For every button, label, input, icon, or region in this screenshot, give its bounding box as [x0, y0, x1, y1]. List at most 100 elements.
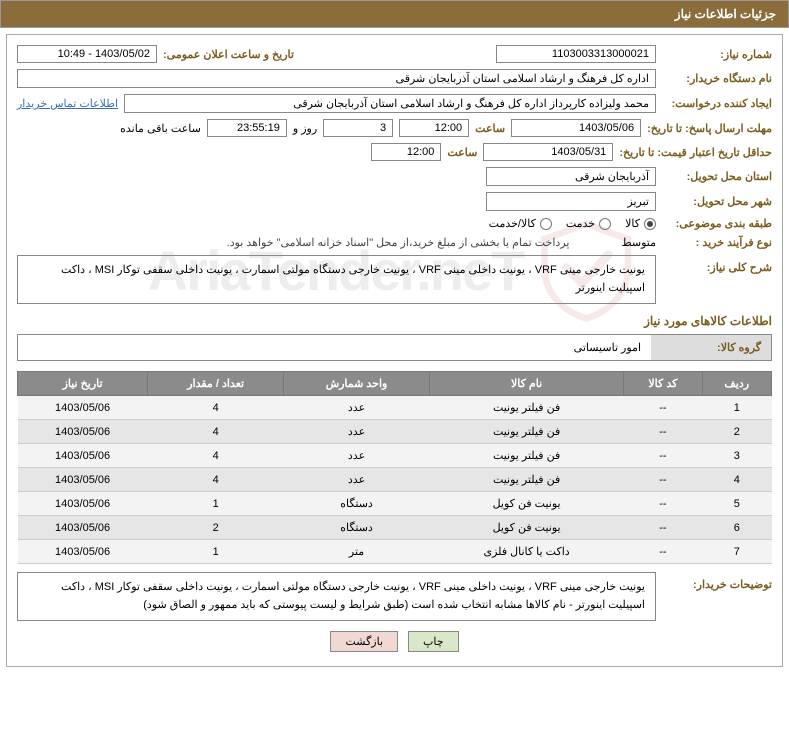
- table-cell: 1: [702, 396, 771, 420]
- announce-label: تاریخ و ساعت اعلان عمومی:: [163, 48, 294, 61]
- table-cell: 4: [148, 444, 284, 468]
- buyer-notes-text: یونیت خارجی مینی VRF ، یونیت داخلی مینی …: [17, 572, 656, 621]
- deadline-date: 1403/05/06: [511, 119, 641, 137]
- deadline-time: 12:00: [399, 119, 469, 137]
- requester-label: ایجاد کننده درخواست:: [662, 97, 772, 110]
- table-row: 3--فن فیلتر یونیتعدد41403/05/06: [18, 444, 772, 468]
- table-cell: 1403/05/06: [18, 492, 148, 516]
- table-cell: --: [624, 396, 702, 420]
- buyer-notes-label: توضیحات خریدار:: [662, 578, 772, 591]
- table-cell: عدد: [284, 420, 430, 444]
- category-label: طبقه بندی موضوعی:: [662, 217, 772, 230]
- validity-time: 12:00: [371, 143, 441, 161]
- group-label: گروه کالا:: [651, 335, 771, 360]
- table-cell: 4: [702, 468, 771, 492]
- need-no-value: 1103003313000021: [496, 45, 656, 63]
- table-cell: عدد: [284, 468, 430, 492]
- table-cell: 1403/05/06: [18, 516, 148, 540]
- table-cell: --: [624, 468, 702, 492]
- buyer-org-label: نام دستگاه خریدار:: [662, 72, 772, 85]
- table-cell: --: [624, 492, 702, 516]
- table-cell: 2: [148, 516, 284, 540]
- items-table: ردیفکد کالانام کالاواحد شمارشتعداد / مقد…: [17, 371, 772, 564]
- city-value: تبریز: [486, 192, 656, 211]
- table-cell: فن فیلتر یونیت: [429, 468, 623, 492]
- table-cell: 4: [148, 420, 284, 444]
- table-cell: --: [624, 444, 702, 468]
- requester-value: محمد ولیزاده کارپرداز اداره کل فرهنگ و ا…: [124, 94, 656, 113]
- city-label: شهر محل تحویل:: [662, 195, 772, 208]
- radio-goods[interactable]: کالا: [625, 217, 656, 230]
- radio-dot-icon: [644, 218, 656, 230]
- validity-date: 1403/05/31: [483, 143, 613, 161]
- countdown-suffix: ساعت باقی مانده: [120, 122, 201, 135]
- table-row: 5--یونیت فن کویلدستگاه11403/05/06: [18, 492, 772, 516]
- radio-both[interactable]: کالا/خدمت: [489, 217, 552, 230]
- table-row: 2--فن فیلتر یونیتعدد41403/05/06: [18, 420, 772, 444]
- table-cell: 1403/05/06: [18, 396, 148, 420]
- group-value: امور تاسیساتی: [18, 335, 651, 360]
- overview-label: شرح کلی نیاز:: [662, 261, 772, 274]
- time-label-2: ساعت: [447, 146, 477, 159]
- table-cell: فن فیلتر یونیت: [429, 420, 623, 444]
- table-header: تعداد / مقدار: [148, 372, 284, 396]
- time-label-1: ساعت: [475, 122, 505, 135]
- table-cell: 1: [148, 492, 284, 516]
- table-header: کد کالا: [624, 372, 702, 396]
- table-cell: فن فیلتر یونیت: [429, 444, 623, 468]
- table-cell: 1403/05/06: [18, 420, 148, 444]
- radio-service[interactable]: خدمت: [566, 217, 611, 230]
- page-title: جزئیات اطلاعات نیاز: [0, 0, 789, 28]
- table-header: واحد شمارش: [284, 372, 430, 396]
- category-radiogroup: کالا خدمت کالا/خدمت: [489, 217, 656, 230]
- table-cell: --: [624, 540, 702, 564]
- process-value: متوسط: [621, 236, 656, 249]
- items-section-title: اطلاعات کالاهای مورد نیاز: [17, 314, 772, 328]
- details-frame: AriaTender.neT شماره نیاز: 1103003313000…: [6, 34, 783, 667]
- table-cell: عدد: [284, 444, 430, 468]
- table-cell: یونیت فن کویل: [429, 492, 623, 516]
- back-button[interactable]: بازگشت: [330, 631, 398, 652]
- table-cell: --: [624, 420, 702, 444]
- need-no-label: شماره نیاز:: [662, 48, 772, 61]
- table-cell: 6: [702, 516, 771, 540]
- radio-dot-icon: [540, 218, 552, 230]
- table-cell: 1403/05/06: [18, 444, 148, 468]
- payment-note: پرداخت تمام یا بخشی از مبلغ خرید،از محل …: [227, 236, 570, 249]
- process-label: نوع فرآیند خرید :: [662, 236, 772, 249]
- table-row: 4--فن فیلتر یونیتعدد41403/05/06: [18, 468, 772, 492]
- deadline-label: مهلت ارسال پاسخ: تا تاریخ:: [647, 122, 772, 135]
- table-row: 7--داکت یا کانال فلزیمتر11403/05/06: [18, 540, 772, 564]
- days-remaining: 3: [323, 119, 393, 137]
- table-cell: داکت یا کانال فلزی: [429, 540, 623, 564]
- days-word: روز و: [293, 122, 317, 135]
- table-cell: --: [624, 516, 702, 540]
- table-cell: 5: [702, 492, 771, 516]
- group-row: گروه کالا: امور تاسیساتی: [17, 334, 772, 361]
- print-button[interactable]: چاپ: [408, 631, 459, 652]
- radio-dot-icon: [599, 218, 611, 230]
- buyer-contact-link[interactable]: اطلاعات تماس خریدار: [17, 97, 118, 110]
- table-header: تاریخ نیاز: [18, 372, 148, 396]
- buyer-org-value: اداره کل فرهنگ و ارشاد اسلامی استان آذرب…: [17, 69, 656, 88]
- table-cell: 1403/05/06: [18, 468, 148, 492]
- table-row: 6--یونیت فن کویلدستگاه21403/05/06: [18, 516, 772, 540]
- table-cell: 2: [702, 420, 771, 444]
- province-value: آذربایجان شرقی: [486, 167, 656, 186]
- announce-value: 1403/05/02 - 10:49: [17, 45, 157, 63]
- table-cell: دستگاه: [284, 492, 430, 516]
- table-cell: 1: [148, 540, 284, 564]
- table-cell: 4: [148, 396, 284, 420]
- table-header: ردیف: [702, 372, 771, 396]
- table-cell: فن فیلتر یونیت: [429, 396, 623, 420]
- table-cell: 4: [148, 468, 284, 492]
- countdown: 23:55:19: [207, 119, 287, 137]
- table-cell: یونیت فن کویل: [429, 516, 623, 540]
- table-cell: دستگاه: [284, 516, 430, 540]
- table-row: 1--فن فیلتر یونیتعدد41403/05/06: [18, 396, 772, 420]
- table-cell: 1403/05/06: [18, 540, 148, 564]
- table-header: نام کالا: [429, 372, 623, 396]
- overview-text: یونیت خارجی مینی VRF ، یونیت داخلی مینی …: [17, 255, 656, 304]
- table-cell: متر: [284, 540, 430, 564]
- table-cell: 3: [702, 444, 771, 468]
